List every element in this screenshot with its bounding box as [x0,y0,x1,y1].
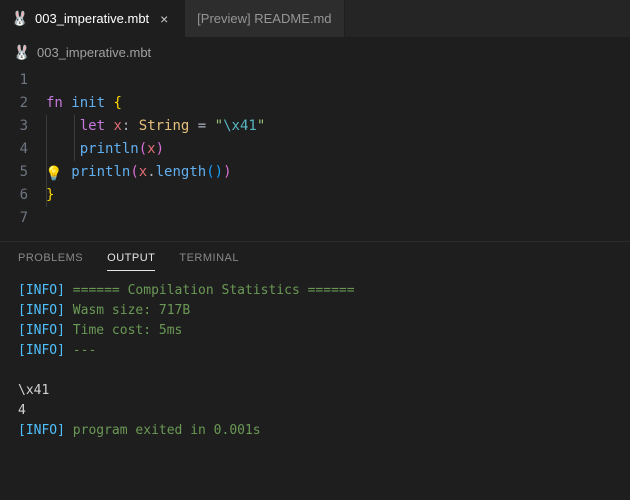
output-text: ====== Compilation Statistics ====== [73,283,355,298]
identifier-x: x [113,118,121,134]
info-tag: [INFO] [18,423,65,438]
tab-readme-preview[interactable]: [Preview] README.md [185,0,344,37]
dot: . [147,164,155,180]
info-tag: [INFO] [18,323,65,338]
tab-bar: 🐰 003_imperative.mbt × [Preview] README.… [0,0,630,38]
output-line: 4 [18,401,612,421]
equals: = [198,118,206,134]
brace: } [46,187,54,203]
info-tag: [INFO] [18,303,65,318]
output-line: [INFO] --- [18,341,612,361]
moonbit-icon: 🐰 [14,44,30,60]
output-line: [INFO] Wasm size: 717B [18,301,612,321]
paren: ( [130,164,138,180]
paren: ) [223,164,231,180]
colon: : [122,118,130,134]
fn-println: println [71,164,130,180]
moonbit-icon: 🐰 [12,11,28,27]
output-panel[interactable]: [INFO] ====== Compilation Statistics ===… [0,271,630,451]
string-quote: " [215,118,223,134]
output-text: Wasm size: 717B [73,303,190,318]
output-line: \x41 [18,381,612,401]
keyword-fn: fn [46,95,63,111]
paren: ) [215,164,223,180]
code-line[interactable]: println(x) [46,138,164,161]
paren: ) [156,141,164,157]
method-length: length [156,164,207,180]
tab-label: [Preview] README.md [197,11,331,26]
identifier-x: x [147,141,155,157]
info-tag: [INFO] [18,343,65,358]
output-text: program exited in 0.001s [73,423,261,438]
function-name: init [71,95,105,111]
code-line[interactable]: fn init { [46,92,122,115]
code-editor[interactable]: 1 2 fn init { 3 let x: String = "\x41" 4… [0,66,630,233]
paren: ( [206,164,214,180]
line-number: 2 [0,92,46,115]
line-number: 5 [0,161,46,184]
type-string: String [139,118,190,134]
output-text: Time cost: 5ms [73,323,183,338]
breadcrumb[interactable]: 🐰 003_imperative.mbt [0,38,630,66]
line-number: 3 [0,115,46,138]
tab-output[interactable]: OUTPUT [107,252,155,271]
line-number: 7 [0,207,46,230]
string-escape: \x41 [223,118,257,134]
paren: ( [139,141,147,157]
line-number: 6 [0,184,46,207]
tab-003-imperative[interactable]: 🐰 003_imperative.mbt × [0,0,185,37]
fn-println: println [80,141,139,157]
lightbulb-icon[interactable]: 💡 [45,163,62,186]
info-tag: [INFO] [18,283,65,298]
string-quote: " [257,118,265,134]
breadcrumb-file: 003_imperative.mbt [37,45,151,60]
identifier-x: x [139,164,147,180]
code-line[interactable]: let x: String = "\x41" [46,115,265,138]
line-number: 4 [0,138,46,161]
close-icon[interactable]: × [156,11,172,27]
tab-terminal[interactable]: TERMINAL [179,252,239,271]
keyword-let: let [80,118,105,134]
line-number: 1 [0,69,46,92]
panel-tab-bar: PROBLEMS OUTPUT TERMINAL [0,241,630,271]
tab-problems[interactable]: PROBLEMS [18,252,83,271]
code-line[interactable]: } [46,184,54,207]
tab-label: 003_imperative.mbt [35,11,149,26]
output-line: [INFO] program exited in 0.001s [18,421,612,441]
output-text: --- [73,343,96,358]
code-line[interactable]: 💡 println(x.length()) [46,161,232,184]
output-line: [INFO] ====== Compilation Statistics ===… [18,281,612,301]
output-line: [INFO] Time cost: 5ms [18,321,612,341]
output-line [18,361,612,381]
brace: { [113,95,121,111]
